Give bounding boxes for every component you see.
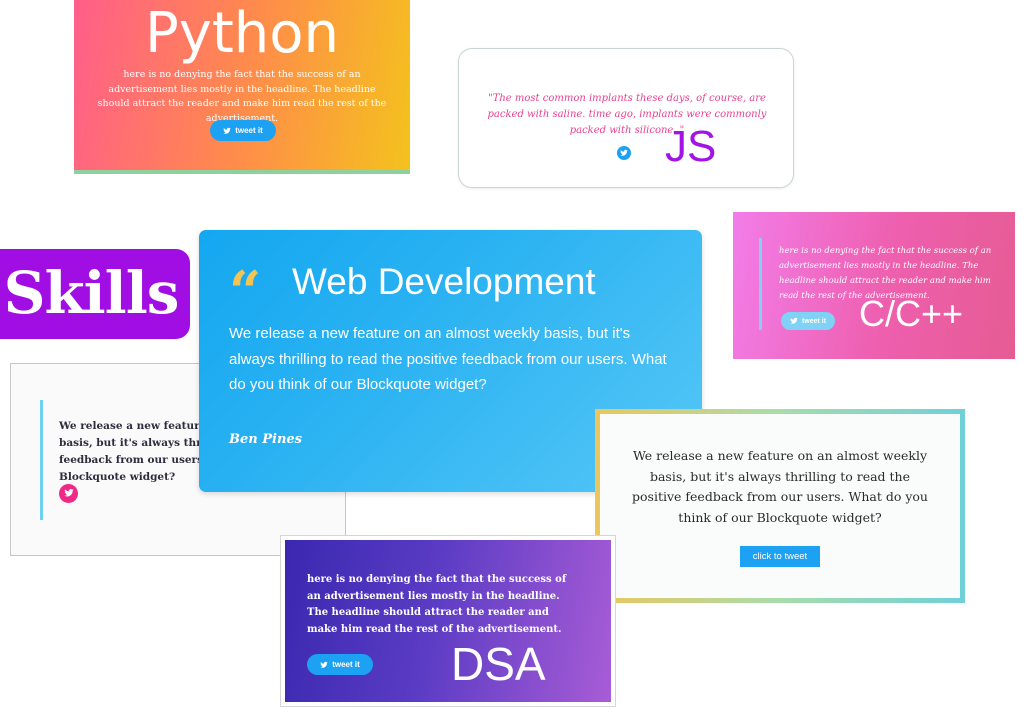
web-development-title: Web Development [292,261,596,302]
frame-card-text: We release a new feature on an almost we… [632,448,928,525]
python-tweet-button[interactable]: tweet it [210,120,276,141]
dsa-card-text: here is no denying the fact that the suc… [307,574,567,635]
quote-author: Ben Pines [229,432,302,447]
dsa-label: DSA [451,638,546,690]
twitter-bird-icon [320,661,328,668]
twitter-bird-icon [790,317,798,324]
click-to-tweet-button[interactable]: click to tweet [740,546,820,567]
skills-tag: Skills [0,249,190,339]
python-card-text: here is no denying the fact that the suc… [97,69,387,124]
dsa-card-inner: here is no denying the fact that the suc… [285,540,611,702]
python-tweet-label: tweet it [235,126,263,135]
skills-label: Skills [3,259,180,327]
twitter-bird-icon [223,127,231,134]
dsa-tweet-label: tweet it [332,660,360,669]
cpp-label: C/C++ [859,293,964,334]
js-card-quote: "The most common implants these days, of… [487,93,767,136]
twitter-bird-icon[interactable] [617,146,631,160]
js-label: JS [665,122,717,171]
quote-bar [40,400,43,520]
quote-bar [759,238,762,330]
web-development-text: We release a new feature on an almost we… [229,325,667,393]
dsa-card: here is no denying the fact that the suc… [280,535,616,707]
dsa-tweet-button[interactable]: tweet it [307,654,373,675]
python-card: Python here is no denying the fact that … [74,0,410,174]
frame-card-inner: We release a new feature on an almost we… [600,414,960,598]
js-card: "The most common implants these days, of… [458,48,794,188]
gradient-frame-card: We release a new feature on an almost we… [595,409,965,603]
cpp-card: here is no denying the fact that the suc… [733,212,1015,359]
cpp-tweet-button[interactable]: tweet it [781,312,835,330]
quote-mark-icon: “ [229,259,262,325]
twitter-bird-icon[interactable] [59,484,78,503]
cpp-tweet-label: tweet it [801,317,827,325]
python-label: Python [144,1,340,66]
